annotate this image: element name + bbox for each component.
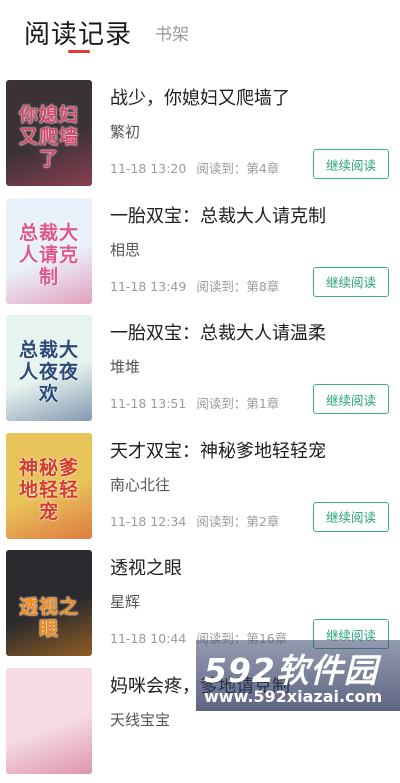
tab-reading-history[interactable]: 阅读记录 (24, 14, 132, 51)
last-read-time: 11-18 13:20 (110, 161, 186, 176)
reading-progress: 阅读到：第2章 (196, 514, 279, 529)
cover-title: 总裁大人请克制 (10, 222, 88, 288)
watermark: 592软件园 www.592xiazai.com (196, 640, 400, 711)
book-cover[interactable]: 总裁大人请克制 (6, 198, 92, 304)
cover-title: 神秘爹地轻轻宠 (10, 457, 88, 523)
reading-progress: 阅读到：第4章 (196, 161, 279, 176)
reading-meta: 11-18 13:51 阅读到：第1章 (110, 393, 279, 412)
header: 阅读记录 书架 (0, 0, 400, 60)
book-title[interactable]: 战少，你媳妇又爬墙了 (110, 84, 290, 110)
book-cover[interactable]: 你媳妇又爬墙了 (6, 80, 92, 186)
book-author: 南心北往 (110, 474, 170, 495)
last-read-time: 11-18 10:44 (110, 631, 186, 646)
book-cover[interactable]: 神秘爹地轻轻宠 (6, 433, 92, 539)
continue-reading-button[interactable]: 继续阅读 (313, 502, 389, 532)
reading-meta: 11-18 13:49 阅读到：第8章 (110, 276, 279, 295)
continue-reading-button[interactable]: 继续阅读 (313, 149, 389, 179)
book-author: 天线宝宝 (110, 709, 170, 730)
reading-meta: 11-18 12:34 阅读到：第2章 (110, 511, 279, 530)
book-title[interactable]: 透视之眼 (110, 554, 182, 580)
tab-bookshelf[interactable]: 书架 (155, 20, 189, 45)
continue-reading-button[interactable]: 继续阅读 (313, 384, 389, 414)
book-title[interactable]: 一胎双宝：总裁大人请温柔 (110, 319, 326, 345)
watermark-url: www.592xiazai.com (204, 687, 382, 706)
cover-title: 你媳妇又爬墙了 (10, 104, 88, 170)
book-author: 相思 (110, 239, 140, 260)
book-author: 堆堆 (110, 356, 140, 377)
book-cover[interactable]: 总裁大人夜夜欢 (6, 315, 92, 421)
last-read-time: 11-18 13:51 (110, 396, 186, 411)
book-cover[interactable] (6, 668, 92, 774)
last-read-time: 11-18 12:34 (110, 514, 186, 529)
book-author: 星辉 (110, 591, 140, 612)
book-cover[interactable]: 透视之眼 (6, 550, 92, 656)
list-item[interactable]: 总裁大人夜夜欢 一胎双宝：总裁大人请温柔 堆堆 11-18 13:51 阅读到：第… (0, 313, 400, 431)
list-item[interactable]: 神秘爹地轻轻宠 天才双宝：神秘爹地轻轻宠 南心北往 11-18 12:34 阅读到… (0, 431, 400, 549)
active-tab-indicator (68, 50, 90, 53)
book-title[interactable]: 天才双宝：神秘爹地轻轻宠 (110, 437, 326, 463)
continue-reading-button[interactable]: 继续阅读 (313, 267, 389, 297)
cover-title: 总裁大人夜夜欢 (10, 339, 88, 405)
reading-meta (110, 746, 120, 761)
cover-title: 透视之眼 (10, 596, 88, 640)
book-title[interactable]: 一胎双宝：总裁大人请克制 (110, 202, 326, 228)
watermark-logo: 592软件园 (204, 644, 378, 692)
list-item[interactable]: 总裁大人请克制 一胎双宝：总裁大人请克制 相思 11-18 13:49 阅读到：第… (0, 196, 400, 314)
reading-meta: 11-18 13:20 阅读到：第4章 (110, 158, 279, 177)
reading-progress: 阅读到：第8章 (196, 279, 279, 294)
book-author: 繁初 (110, 121, 140, 142)
last-read-time: 11-18 13:49 (110, 279, 186, 294)
reading-progress: 阅读到：第1章 (196, 396, 279, 411)
list-item[interactable]: 你媳妇又爬墙了 战少，你媳妇又爬墙了 繁初 11-18 13:20 阅读到：第4章… (0, 78, 400, 196)
